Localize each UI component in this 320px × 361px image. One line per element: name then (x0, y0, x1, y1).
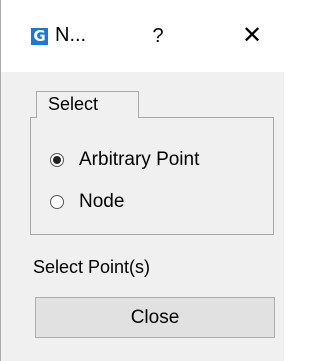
window-close-button[interactable]: ✕ (235, 21, 269, 51)
help-button[interactable]: ? (145, 22, 171, 50)
select-groupbox (30, 117, 274, 235)
select-points-prompt: Select Point(s) (33, 257, 151, 277)
radio-label-node: Node (79, 191, 125, 212)
window-title: N... (55, 24, 87, 46)
radio-label-arbitrary-point: Arbitrary Point (79, 149, 200, 170)
radio-arbitrary-point[interactable]: Arbitrary Point (50, 148, 199, 172)
radio-node[interactable]: Node (50, 190, 124, 214)
select-group-label: Select (36, 91, 139, 118)
title-bar: G N... ? ✕ (1, 0, 284, 72)
close-button[interactable]: Close (35, 297, 275, 338)
radio-button-unchecked-icon[interactable] (50, 195, 64, 209)
radio-button-checked-icon[interactable] (50, 153, 64, 167)
app-logo-icon: G (31, 28, 48, 45)
node-dialog-window: G N... ? ✕ Select Arbitrary Point Node S… (0, 0, 284, 361)
